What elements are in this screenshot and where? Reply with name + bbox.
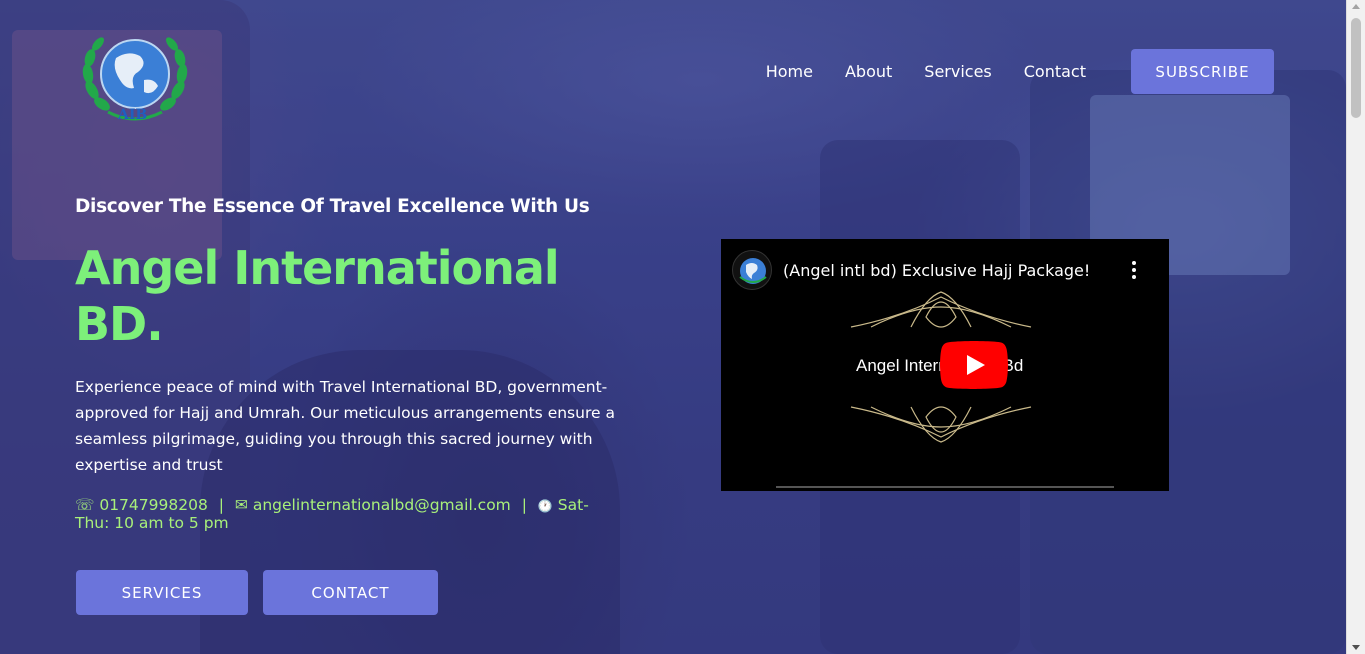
scroll-up-arrow-icon[interactable]	[1352, 4, 1360, 9]
video-title[interactable]: (Angel intl bd) Exclusive Hajj Package!	[783, 261, 1090, 280]
scroll-thumb[interactable]	[1351, 18, 1361, 118]
logo-text: AIB	[118, 107, 148, 123]
contact-button[interactable]: CONTACT	[263, 570, 438, 615]
vertical-scrollbar[interactable]	[1346, 0, 1365, 654]
more-vert-icon[interactable]	[1129, 259, 1139, 283]
phone-icon: ☏	[75, 496, 95, 514]
nav-contact-link[interactable]: Contact	[1024, 62, 1086, 81]
email-address[interactable]: angelinternationalbd@gmail.com	[253, 496, 511, 514]
separator: |	[521, 496, 527, 514]
hero-description: Experience peace of mind with Travel Int…	[75, 378, 615, 474]
nav-about-link[interactable]: About	[845, 62, 892, 81]
channel-avatar[interactable]	[732, 250, 772, 290]
video-progress-line	[776, 486, 1114, 488]
contact-info: ☏ 01747998208 | ✉ angelinternationalbd@g…	[75, 497, 620, 532]
nav-home-link[interactable]: Home	[766, 62, 813, 81]
services-button[interactable]: SERVICES	[76, 570, 248, 615]
email-icon: ✉	[234, 496, 248, 514]
phone-number[interactable]: 01747998208	[99, 496, 207, 514]
scroll-down-arrow-icon[interactable]	[1352, 645, 1360, 650]
hero-section: AIB Home About Services Contact SUBSCRIB…	[0, 0, 1346, 654]
clock-icon: 🕐	[537, 499, 553, 513]
hero-tagline: Discover The Essence Of Travel Excellenc…	[75, 196, 590, 217]
nav-services-link[interactable]: Services	[924, 62, 991, 81]
youtube-video-embed[interactable]: (Angel intl bd) Exclusive Hajj Package! …	[721, 239, 1169, 491]
separator: |	[218, 496, 224, 514]
hero-title: Angel International BD.	[75, 241, 560, 351]
play-button-icon[interactable]	[940, 341, 1008, 389]
subscribe-button[interactable]: SUBSCRIBE	[1131, 49, 1274, 94]
site-logo[interactable]: AIB	[78, 28, 192, 128]
main-nav: Home About Services Contact SUBSCRIBE	[766, 49, 1274, 94]
